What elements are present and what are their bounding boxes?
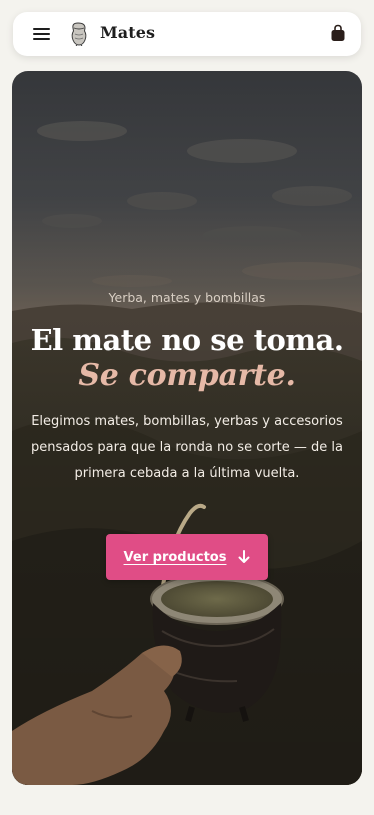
hero-section: Yerba, mates y bombillas El mate no se t… [12,71,362,785]
arrow-down-icon [238,550,250,563]
hamburger-menu-icon[interactable] [33,26,50,42]
mate-gourd-logo-icon[interactable] [69,22,89,46]
hero-description: Elegimos mates, bombillas, yerbas y acce… [31,414,343,481]
hero-headline: El mate no se toma. [30,323,344,357]
hero-eyebrow: Yerba, mates y bombillas [108,290,266,305]
ver-productos-button[interactable]: Ver productos [106,534,268,580]
hero-content: Yerba, mates y bombillas El mate no se t… [12,71,362,785]
brand-name[interactable]: Mates [100,23,155,42]
top-navbar: Mates [13,12,361,56]
shopping-bag-icon[interactable] [330,24,346,42]
cta-label: Ver productos [123,549,227,565]
hero-headline-accent: Se comparte. [78,358,296,393]
page: Mates Yerba, mates y bombillas El mate n… [0,0,374,815]
